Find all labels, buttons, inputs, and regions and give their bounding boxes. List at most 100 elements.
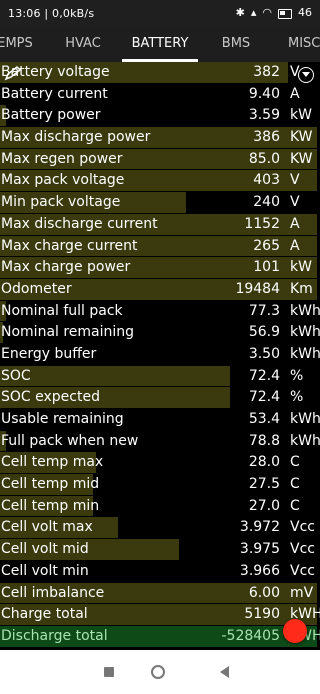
tab-battery[interactable]: BATTERY	[122, 28, 198, 62]
value-bar	[0, 365, 231, 387]
row-label: Max pack voltage	[1, 172, 125, 189]
data-row[interactable]: Battery current 9.40 A	[0, 84, 320, 106]
data-row[interactable]: Cell temp max 28.0 C	[0, 452, 320, 474]
row-value: 28.0	[248, 454, 280, 471]
row-unit: Vcc	[290, 541, 315, 558]
row-unit: %	[290, 389, 304, 406]
row-value: 3.966	[239, 562, 280, 579]
chevron-down-icon[interactable]	[298, 67, 314, 83]
data-row[interactable]: Min pack voltage 240 V	[0, 192, 320, 214]
data-row[interactable]: Cell temp mid 27.5 C	[0, 474, 320, 496]
row-label: Nominal remaining	[1, 324, 135, 341]
wifi-icon: ◠	[262, 6, 272, 19]
data-row[interactable]: Nominal full pack 77.3 kWh	[0, 300, 320, 323]
status-bar: 13:06 | 0,0kB/s ✱ ▴ ◠ 46	[0, 0, 320, 28]
data-row[interactable]: Max charge power 101 kW	[0, 257, 320, 279]
tab-misc[interactable]: MISC	[288, 28, 320, 62]
battery-data-list[interactable]: Battery voltage 382 V Battery current 9.40 A B…	[0, 62, 320, 650]
battery-icon	[278, 9, 292, 19]
row-unit: V	[290, 194, 300, 211]
row-label: Discharge cycles	[1, 648, 119, 651]
back-button[interactable]	[220, 666, 229, 678]
system-nav-bar	[0, 650, 320, 694]
row-value: 27.0	[248, 497, 280, 514]
row-unit: KW	[290, 129, 313, 146]
data-row[interactable]: Discharge total-528405kWH	[0, 625, 320, 648]
row-label: Odometer	[1, 280, 72, 297]
data-row[interactable]: Charge total 5190 kWH	[0, 604, 320, 626]
row-value: 72.4	[248, 367, 280, 384]
row-value: 3.975	[239, 541, 280, 558]
row-value: 386	[253, 129, 280, 146]
home-button[interactable]	[151, 665, 165, 679]
record-button[interactable]	[283, 619, 307, 643]
row-label: SOC expected	[1, 389, 100, 406]
row-unit: kWh	[290, 302, 320, 319]
row-label: SOC	[1, 367, 31, 384]
data-row[interactable]: Nominal remaining 56.9 kWh	[0, 322, 320, 344]
data-row[interactable]: Cell volt mid 3.975 Vcc	[0, 539, 320, 561]
data-row[interactable]: Max discharge current 1152 A	[0, 213, 320, 236]
row-value: 53.4	[248, 411, 280, 427]
row-label: Nominal full pack	[1, 302, 123, 319]
row-value: 9.40	[248, 85, 280, 102]
data-row[interactable]: Full pack when new 78.8 kWh	[0, 430, 320, 453]
row-unit: Vcc	[290, 519, 315, 536]
battery-percent: 46	[298, 6, 312, 19]
data-row[interactable]: Cell imbalance 6.00 mV	[0, 582, 320, 605]
row-unit: kWh	[290, 345, 320, 362]
row-label: Max regen power	[1, 150, 123, 167]
row-label: Usable remaining	[1, 411, 124, 427]
edit-icon[interactable]	[4, 65, 24, 81]
row-unit: kWh	[290, 411, 320, 427]
data-row[interactable]: Usable remaining 53.4 kWh	[0, 409, 320, 431]
row-value: 5190	[244, 606, 280, 623]
data-row[interactable]: Cell temp min 27.0 C	[0, 495, 320, 518]
row-unit: kWh	[290, 324, 320, 341]
row-unit: Km	[290, 280, 313, 297]
data-row[interactable]: Max charge current 265 A	[0, 235, 320, 258]
data-row[interactable]: SOC 72.4%	[0, 365, 320, 388]
data-row[interactable]: Max regen power 85.0 KW	[0, 148, 320, 171]
recents-button[interactable]	[104, 667, 114, 677]
row-value: 27.5	[248, 476, 280, 493]
row-unit: C	[290, 454, 300, 471]
row-unit: kW	[290, 107, 312, 124]
data-row[interactable]: Odometer 19484 Km	[0, 278, 320, 301]
tab-hvac[interactable]: HVAC	[52, 28, 114, 62]
row-label: Max discharge current	[1, 215, 158, 232]
row-value: 240	[253, 194, 280, 211]
tab-bms[interactable]: BMS	[210, 28, 262, 62]
row-label: Cell temp max	[1, 454, 104, 471]
data-row[interactable]: Max pack voltage 403 V	[0, 170, 320, 192]
row-label: Charge total	[1, 606, 88, 623]
row-unit: mV	[290, 584, 314, 601]
row-label: Cell volt mid	[1, 541, 89, 558]
row-value: -528405	[221, 627, 281, 644]
status-icons: ✱ ▴ ◠ 46	[236, 7, 312, 19]
row-label: Max charge current	[1, 237, 138, 254]
data-row[interactable]: Energy buffer 3.50 kWh	[0, 344, 320, 366]
row-label: Full pack when new	[1, 432, 139, 449]
data-row[interactable]: Cell volt min 3.966 Vcc	[0, 561, 320, 583]
row-value: 56.9	[248, 324, 280, 341]
row-unit: A	[290, 85, 300, 102]
row-value: 77.3	[248, 302, 280, 319]
row-unit: V	[290, 172, 300, 189]
data-row[interactable]: Max discharge power 386 KW	[0, 127, 320, 149]
row-unit: C	[290, 476, 300, 493]
data-row[interactable]: Battery voltage 382 V	[0, 62, 320, 84]
tab-temps[interactable]: EMPS	[0, 28, 34, 62]
data-row[interactable]: Cell volt max 3.972 Vcc	[0, 517, 320, 539]
data-row[interactable]: Battery power 3.59 kW	[0, 105, 320, 127]
data-row[interactable]: SOC expected 72.4%	[0, 387, 320, 409]
row-value: 403	[253, 172, 280, 189]
row-unit: kWh	[290, 432, 320, 449]
row-value: 85.0	[248, 150, 280, 167]
row-label: Max charge power	[1, 259, 131, 276]
row-value: 6.00	[248, 584, 280, 601]
row-value: 19484	[235, 280, 280, 297]
row-label: Cell temp mid	[1, 476, 100, 493]
row-label: Battery current	[1, 85, 108, 102]
row-unit: KW	[290, 150, 313, 167]
